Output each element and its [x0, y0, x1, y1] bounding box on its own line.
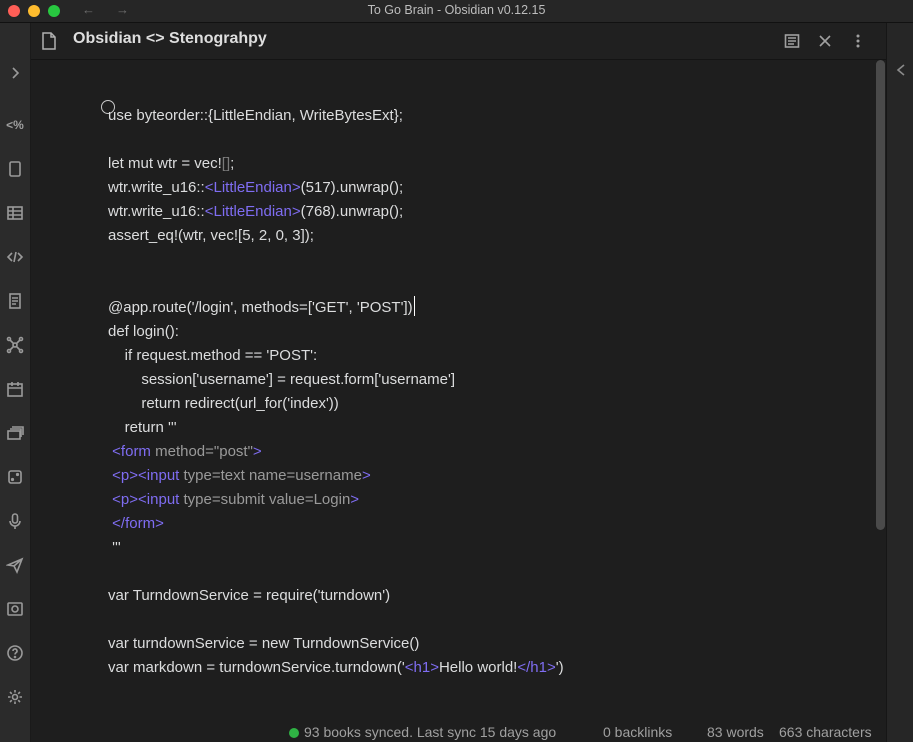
percent-code-icon[interactable]: <%	[5, 115, 25, 135]
sync-status[interactable]: 93 books synced. Last sync 15 days ago	[304, 724, 556, 740]
left-ribbon: <%	[0, 23, 31, 742]
code-line: var TurndownService = require('turndown'…	[108, 587, 391, 604]
text-caret	[413, 296, 415, 316]
code-line: var turndownService = new TurndownServic…	[108, 635, 420, 652]
editor[interactable]: use byteorder::{LittleEndian, WriteBytes…	[31, 60, 874, 722]
settings-icon[interactable]	[5, 687, 25, 707]
help-icon[interactable]	[5, 643, 25, 663]
code-line: assert_eq!(wtr, vec![5, 2, 0, 3]);	[108, 227, 314, 244]
word-count: 83 words	[707, 724, 764, 740]
code-line: session['username'] = request.form['user…	[108, 371, 456, 388]
code-line: def login():	[108, 323, 179, 340]
close-pane-button[interactable]	[815, 31, 835, 51]
note-title[interactable]: Obsidian <> Stenograhpy	[73, 30, 267, 48]
window-title: To Go Brain - Obsidian v0.12.15	[367, 3, 546, 17]
backlinks-count[interactable]: 0 backlinks	[603, 724, 672, 740]
microphone-icon[interactable]	[5, 511, 25, 531]
document-icon[interactable]	[5, 291, 25, 311]
calendar-icon[interactable]	[5, 379, 25, 399]
scrollbar-thumb[interactable]	[876, 60, 885, 530]
code-content[interactable]: use byteorder::{LittleEndian, WriteBytes…	[108, 104, 564, 680]
file-icon	[41, 32, 57, 55]
character-count: 663 characters	[779, 724, 872, 740]
cards-icon[interactable]	[5, 423, 25, 443]
graph-icon[interactable]	[5, 335, 25, 355]
vault-icon[interactable]	[5, 599, 25, 619]
book-icon	[784, 34, 800, 48]
preview-mode-button[interactable]	[782, 31, 802, 51]
code-line: </form>	[112, 515, 164, 532]
sync-status-icon	[289, 728, 299, 738]
dice-icon[interactable]	[5, 467, 25, 487]
expand-icon[interactable]	[5, 63, 25, 83]
code-line: if request.method == 'POST':	[108, 347, 318, 364]
more-options-button[interactable]	[848, 31, 868, 51]
editor-scrollbar[interactable]	[874, 60, 886, 722]
more-vertical-icon	[856, 34, 860, 48]
code-line: '''	[108, 539, 121, 556]
code-line: @app.route('/login', methods=['GET', 'PO…	[108, 296, 564, 320]
code-line: return redirect(url_for('index'))	[108, 395, 339, 412]
code-icon[interactable]	[5, 247, 25, 267]
tablet-icon[interactable]	[5, 159, 25, 179]
code-line: let mut wtr = vec![];	[108, 155, 235, 172]
close-icon	[819, 35, 831, 47]
code-line: wtr.write_u16::<LittleEndian>(517).unwra…	[108, 179, 404, 196]
code-line: <p><input type=text name=username>	[112, 467, 371, 484]
code-line: return '''	[108, 419, 177, 436]
code-line: wtr.write_u16::<LittleEndian>(768).unwra…	[108, 203, 404, 220]
code-line: var markdown = turndownService.turndown(…	[108, 659, 564, 676]
right-sidebar-collapsed	[886, 23, 913, 742]
status-bar: 93 books synced. Last sync 15 days ago 0…	[31, 722, 886, 742]
code-line: <form method="post">	[112, 443, 262, 460]
send-icon[interactable]	[5, 555, 25, 575]
title-bar: ← → To Go Brain - Obsidian v0.12.15	[0, 0, 913, 23]
table-icon[interactable]	[5, 203, 25, 223]
expand-right-sidebar-icon[interactable]	[895, 63, 907, 82]
code-line: <p><input type=submit value=Login>	[112, 491, 360, 508]
view-header: Obsidian <> Stenograhpy	[31, 23, 886, 60]
code-line: use byteorder::{LittleEndian, WriteBytes…	[108, 107, 403, 124]
